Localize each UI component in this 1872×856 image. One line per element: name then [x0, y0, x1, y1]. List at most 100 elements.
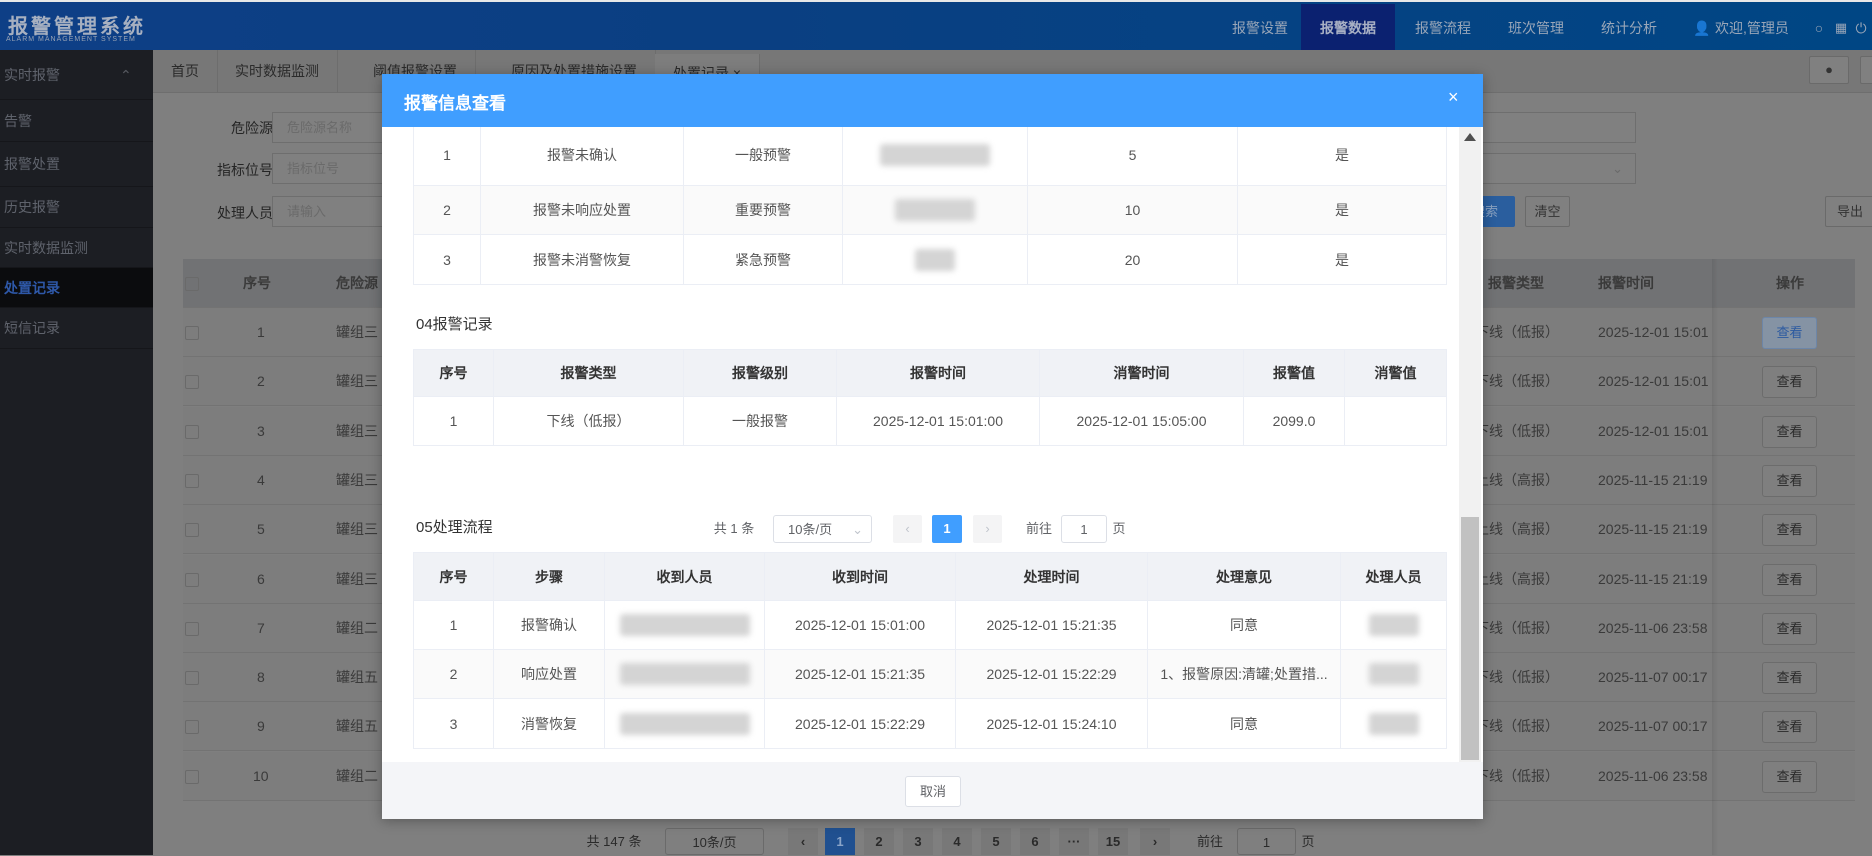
- nav-statistics[interactable]: 统计分析: [1584, 4, 1674, 52]
- sidebar-item-alarm-handling[interactable]: 报警处置: [0, 142, 153, 187]
- nav-shift-management[interactable]: 班次管理: [1490, 4, 1582, 52]
- records-row: 1 下线（低报） 一般报警 2025-12-01 15:01:00 2025-12-01…: [414, 397, 1446, 445]
- close-icon[interactable]: ×: [1448, 87, 1459, 108]
- redacted-name: [619, 614, 750, 636]
- row-alarm-type: 下线（低报）: [1475, 669, 1559, 686]
- sidebar-item-sms-records[interactable]: 短信记录: [0, 308, 153, 349]
- row-alarm-time: 2025-12-01 15:01: [1598, 324, 1709, 340]
- bg-page-1[interactable]: 1: [825, 828, 855, 855]
- sidebar-group-realtime-alarm[interactable]: 实时报警 ⌃: [0, 50, 153, 100]
- esc-index: 2: [414, 186, 481, 234]
- sidebar-item-realtime-monitor[interactable]: 实时数据监测: [0, 228, 153, 268]
- row-checkbox[interactable]: [185, 473, 199, 488]
- bg-page-4[interactable]: 4: [942, 828, 972, 855]
- bg-page-5[interactable]: 5: [981, 828, 1011, 855]
- row-checkbox[interactable]: [185, 769, 199, 784]
- nav-alarm-data[interactable]: 报警数据: [1301, 4, 1395, 52]
- user-welcome[interactable]: 欢迎,管理员: [1714, 4, 1790, 52]
- view-button[interactable]: 查看: [1762, 563, 1817, 596]
- sidebar-group-label: 实时报警: [4, 67, 60, 83]
- row-checkbox[interactable]: [185, 375, 199, 390]
- bg-page-6[interactable]: 6: [1020, 828, 1050, 855]
- records-next-page[interactable]: ›: [973, 515, 1002, 543]
- records-total: 共 1 条: [713, 521, 755, 536]
- dialog-scrollbar-thumb[interactable]: [1461, 517, 1479, 760]
- redacted-name: [880, 143, 990, 166]
- row-checkbox[interactable]: [185, 671, 199, 686]
- view-button[interactable]: 查看: [1762, 711, 1817, 744]
- esc-level: 重要预警: [684, 186, 843, 234]
- row-index: 8: [257, 669, 265, 686]
- esc-minutes: 10: [1028, 186, 1238, 234]
- records-goto-label: 前往: [1025, 521, 1052, 536]
- tab-more-button[interactable]: [1860, 56, 1872, 84]
- bg-goto-input[interactable]: 1: [1237, 828, 1296, 855]
- process-cell: 同意: [1148, 601, 1341, 649]
- nav-alarm-flow[interactable]: 报警流程: [1398, 4, 1488, 52]
- bg-page-3[interactable]: 3: [903, 828, 933, 855]
- view-button[interactable]: 查看: [1762, 464, 1817, 497]
- redacted-name: [915, 248, 955, 271]
- sidebar-item-alert[interactable]: 告警: [0, 100, 153, 142]
- tab-realtime-monitor[interactable]: 实时数据监测: [217, 50, 338, 93]
- tab-menu-button[interactable]: ●: [1809, 56, 1849, 84]
- tab-home[interactable]: 首页: [153, 50, 218, 93]
- esc-condition: 报警未响应处置: [481, 186, 684, 234]
- esc-minutes: 20: [1028, 235, 1238, 284]
- row-checkbox[interactable]: [185, 621, 199, 636]
- process-cell: 3: [414, 699, 494, 748]
- header-type: 报警类型: [1488, 275, 1544, 291]
- handler-label: 处理人员: [217, 205, 273, 221]
- process-header-cell: 步骤: [494, 553, 605, 600]
- process-cell: 2025-12-01 15:21:35: [956, 601, 1148, 649]
- dialog-header: 报警信息查看 ×: [382, 74, 1483, 127]
- sidebar-item-history-alarm[interactable]: 历史报警: [0, 187, 153, 228]
- row-checkbox[interactable]: [185, 424, 199, 439]
- scroll-up-arrow-icon[interactable]: [1464, 133, 1476, 141]
- records-cell: [1345, 397, 1446, 445]
- records-page-size-select[interactable]: 10条/页 ⌄: [773, 515, 872, 543]
- records-cell: 2025-12-01 15:05:00: [1040, 397, 1244, 445]
- view-button[interactable]: 查看: [1762, 415, 1817, 448]
- records-prev-page[interactable]: ‹: [893, 515, 922, 543]
- row-checkbox[interactable]: [185, 720, 199, 735]
- redacted-name: [1368, 663, 1419, 685]
- process-header-cell: 收到时间: [765, 553, 956, 600]
- records-goto-input[interactable]: 1: [1061, 515, 1107, 543]
- nav-alarm-settings[interactable]: 报警设置: [1222, 4, 1298, 52]
- cancel-button[interactable]: 取消: [905, 776, 961, 807]
- clear-button[interactable]: 清空: [1525, 196, 1570, 227]
- process-cell: 2: [414, 650, 494, 698]
- esc-notify-person: [843, 186, 1028, 234]
- message-icon[interactable]: ○: [1810, 4, 1828, 52]
- bg-next-page[interactable]: ›: [1140, 828, 1170, 855]
- sidebar-item-handling-records[interactable]: 处置记录: [0, 268, 153, 308]
- redacted-name: [619, 663, 750, 685]
- row-checkbox[interactable]: [185, 326, 199, 340]
- records-cell: 一般报警: [684, 397, 837, 445]
- records-header-cell: 消警时间: [1040, 350, 1244, 396]
- row-checkbox[interactable]: [185, 523, 199, 538]
- row-alarm-time: 2025-11-06 23:58: [1598, 619, 1708, 636]
- view-button[interactable]: 查看: [1762, 760, 1817, 793]
- row-alarm-time: 2025-11-06 23:58: [1598, 767, 1708, 784]
- chevron-up-icon: ⌃: [120, 67, 132, 83]
- export-button[interactable]: 导出: [1825, 196, 1872, 227]
- view-button[interactable]: 查看: [1762, 366, 1817, 399]
- redacted-name: [1368, 614, 1419, 636]
- bg-page-15[interactable]: 15: [1098, 828, 1128, 855]
- power-icon[interactable]: ⏻: [1852, 4, 1870, 52]
- view-button[interactable]: 查看: [1762, 514, 1817, 547]
- bg-page-2[interactable]: 2: [864, 828, 894, 855]
- row-hazard: 罐组五: [336, 718, 378, 735]
- bg-page-size-select[interactable]: 10条/页: [665, 828, 764, 855]
- view-button[interactable]: 查看: [1762, 612, 1817, 645]
- select-all-checkbox[interactable]: [185, 277, 199, 291]
- records-page-1[interactable]: 1: [932, 515, 962, 543]
- bg-prev-page[interactable]: ‹: [788, 828, 818, 855]
- view-button[interactable]: 查看: [1762, 662, 1817, 695]
- grid-icon[interactable]: ▦: [1832, 4, 1850, 52]
- bg-page-ellipsis[interactable]: ···: [1059, 828, 1089, 855]
- view-button[interactable]: 查看: [1762, 317, 1817, 349]
- row-checkbox[interactable]: [185, 572, 199, 587]
